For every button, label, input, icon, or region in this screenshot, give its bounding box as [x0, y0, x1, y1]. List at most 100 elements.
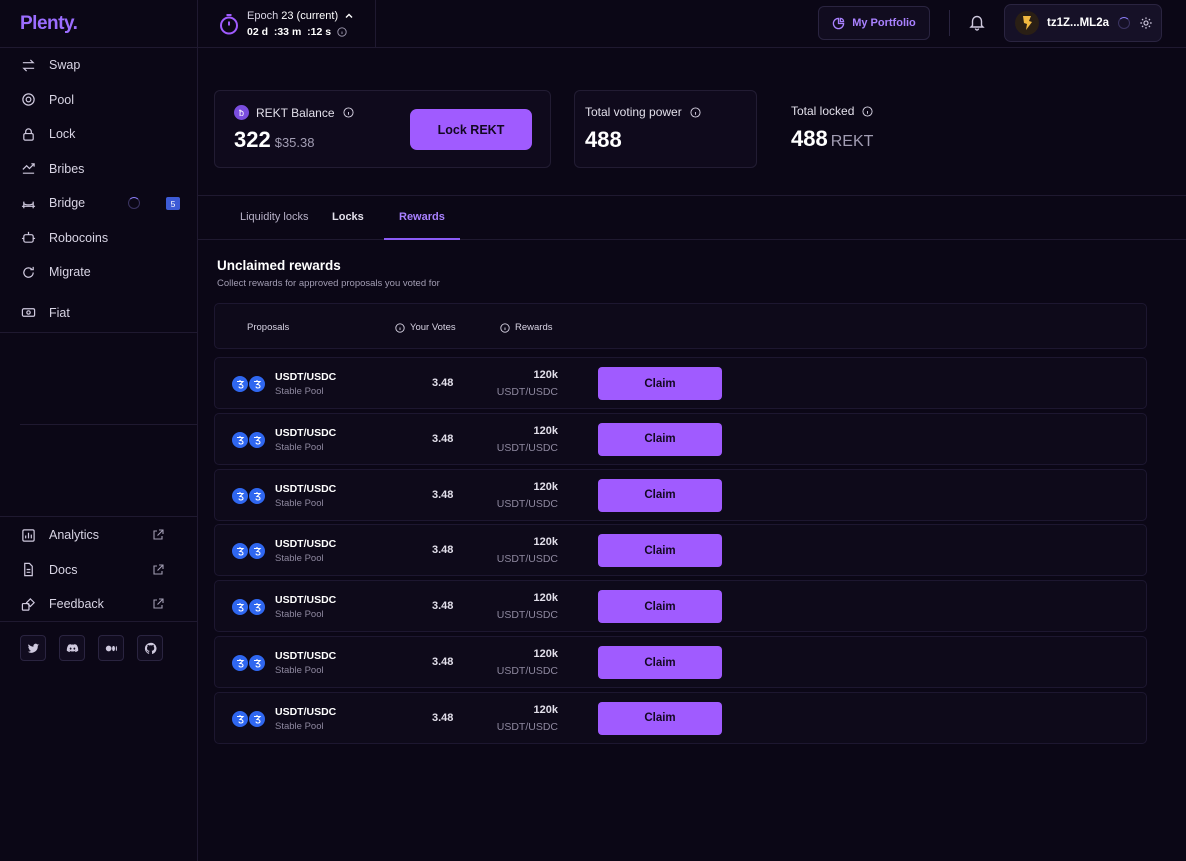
reward-amount: 120k: [533, 536, 558, 549]
voting-power-value: 488: [585, 127, 622, 152]
reward-token: USDT/USDC: [496, 386, 558, 398]
table-header: Proposals Your Votes Rewards: [214, 303, 1147, 349]
column-your-votes: Your Votes: [395, 322, 456, 333]
info-icon[interactable]: [342, 107, 354, 118]
claim-button[interactable]: Claim: [598, 422, 722, 456]
usdc-token-icon: [248, 598, 266, 617]
sidebar-item-lock[interactable]: Lock: [0, 117, 197, 152]
sidebar-item-label: Docs: [49, 562, 78, 577]
claim-button[interactable]: Claim: [598, 534, 722, 568]
twitter-icon[interactable]: [20, 635, 46, 661]
total-locked-card: Total locked 488 REKT: [778, 90, 978, 168]
info-icon[interactable]: [395, 322, 405, 333]
claim-button[interactable]: Claim: [598, 478, 722, 512]
tab-locks[interactable]: Locks: [332, 211, 364, 223]
sidebar-item-robocoins[interactable]: Robocoins: [0, 221, 197, 256]
swap-icon: [20, 57, 36, 73]
info-icon[interactable]: [500, 322, 510, 333]
your-votes-value: 3.48: [432, 432, 454, 445]
sidebar-item-fiat[interactable]: Fiat: [0, 296, 197, 331]
loading-spinner-icon: [128, 197, 140, 209]
pool-type: Stable Pool: [275, 441, 324, 453]
main-content: Epoch 23 (current) 02 d :33 m :12 s My P…: [198, 0, 1186, 861]
your-votes-value: 3.48: [432, 656, 454, 668]
sidebar-item-bribes[interactable]: Bribes: [0, 152, 197, 187]
tab-rewards[interactable]: Rewards: [399, 211, 445, 223]
bribes-icon: [20, 161, 36, 177]
pool-name: USDT/USDC: [275, 538, 337, 551]
voting-power-label-row: Total voting power: [585, 105, 701, 119]
sidebar: Plenty. Swap Pool Lock Bribes Bridge 5 R…: [0, 0, 198, 861]
pool-name: USDT/USDC: [275, 705, 337, 718]
bridge-icon: [20, 195, 36, 211]
claim-button[interactable]: Claim: [598, 701, 722, 735]
pool-name: USDT/USDC: [275, 371, 337, 383]
sidebar-item-feedback[interactable]: Feedback: [0, 587, 198, 622]
top-bar: Epoch 23 (current) 02 d :33 m :12 s My P…: [198, 0, 1186, 48]
main-nav: Swap Pool Lock Bribes Bridge 5 Robocoins…: [0, 48, 197, 330]
your-votes-value: 3.48: [432, 377, 454, 389]
divider: [0, 516, 198, 517]
epoch-label: Epoch: [247, 10, 279, 22]
plenty-logo[interactable]: Plenty.: [0, 0, 197, 48]
discord-icon[interactable]: [59, 635, 85, 661]
total-locked-label: Total locked: [791, 104, 855, 118]
pool-name: USDT/USDC: [275, 594, 337, 607]
table-row: USDT/USDC Stable Pool 3.48 120k USDT/USDC Cla…: [214, 636, 1147, 688]
reward-amount: 120k: [533, 424, 558, 437]
info-icon[interactable]: [690, 106, 701, 118]
sidebar-item-migrate[interactable]: Migrate: [0, 255, 197, 290]
external-link-icon: [153, 529, 164, 540]
medium-icon[interactable]: [98, 635, 124, 661]
epoch-text: Epoch 23 (current) 02 d :33 m :12 s: [247, 8, 353, 40]
lock-rekt-button[interactable]: Lock REKT: [410, 109, 532, 150]
claim-button[interactable]: Claim: [598, 590, 722, 624]
epoch-widget[interactable]: Epoch 23 (current) 02 d :33 m :12 s: [198, 0, 376, 48]
chevron-up-icon[interactable]: [345, 12, 353, 20]
my-portfolio-button[interactable]: My Portfolio: [818, 6, 930, 40]
github-icon[interactable]: [137, 635, 163, 661]
sidebar-item-docs[interactable]: Docs: [0, 553, 198, 588]
migrate-icon: [20, 264, 36, 280]
sidebar-item-analytics[interactable]: Analytics: [0, 518, 198, 553]
reward-amount: 120k: [533, 480, 558, 493]
claim-button[interactable]: Claim: [598, 646, 722, 679]
reward-token: USDT/USDC: [496, 609, 558, 622]
pool-type: Stable Pool: [275, 665, 324, 676]
epoch-number: 23 (current): [281, 10, 339, 22]
sidebar-item-label: Bribes: [49, 161, 85, 176]
external-link-icon: [153, 598, 164, 609]
reward-amount: 120k: [533, 592, 558, 605]
usdc-token-icon: [248, 542, 266, 561]
bridge-badge: 5: [166, 197, 180, 210]
sidebar-item-bridge[interactable]: Bridge 5: [0, 186, 197, 221]
info-icon[interactable]: [862, 105, 873, 117]
claim-button[interactable]: Claim: [598, 367, 722, 400]
wallet-button[interactable]: tz1Z...ML2a: [1004, 4, 1162, 42]
sidebar-item-pool[interactable]: Pool: [0, 83, 197, 118]
column-rewards: Rewards: [500, 322, 553, 333]
token-pair-icons: [231, 430, 271, 449]
bell-icon[interactable]: [968, 13, 986, 31]
total-locked-amount: 488: [791, 126, 828, 151]
sidebar-item-label: Migrate: [49, 265, 91, 280]
sidebar-item-swap[interactable]: Swap: [0, 48, 197, 83]
tab-liquidity-locks[interactable]: Liquidity locks: [240, 211, 308, 223]
token-pair-icons: [231, 598, 271, 617]
gear-icon[interactable]: [1139, 16, 1153, 30]
pool-type: Stable Pool: [275, 609, 324, 621]
rekt-balance-card: ƀ REKT Balance 322 $35.38 Lock REKT: [214, 90, 551, 168]
avatar: [1015, 11, 1039, 35]
info-icon[interactable]: [337, 27, 347, 37]
column-label: Proposals: [247, 322, 290, 333]
my-portfolio-label: My Portfolio: [852, 17, 916, 29]
table-row: USDT/USDC Stable Pool 3.48 120k USDT/USDC Cla…: [214, 412, 1147, 465]
table-row: USDT/USDC Stable Pool 3.48 120k USDT/USDC Cla…: [214, 357, 1147, 409]
wallet-address: tz1Z...ML2a: [1047, 17, 1109, 29]
stopwatch-icon: [220, 14, 238, 35]
sidebar-item-label: Robocoins: [49, 230, 109, 245]
bottom-nav: Analytics Docs Feedback: [0, 518, 198, 622]
social-links: [20, 635, 163, 661]
column-label: Your Votes: [410, 322, 456, 333]
epoch-time: 02 d :33 m :12 s: [247, 26, 332, 38]
